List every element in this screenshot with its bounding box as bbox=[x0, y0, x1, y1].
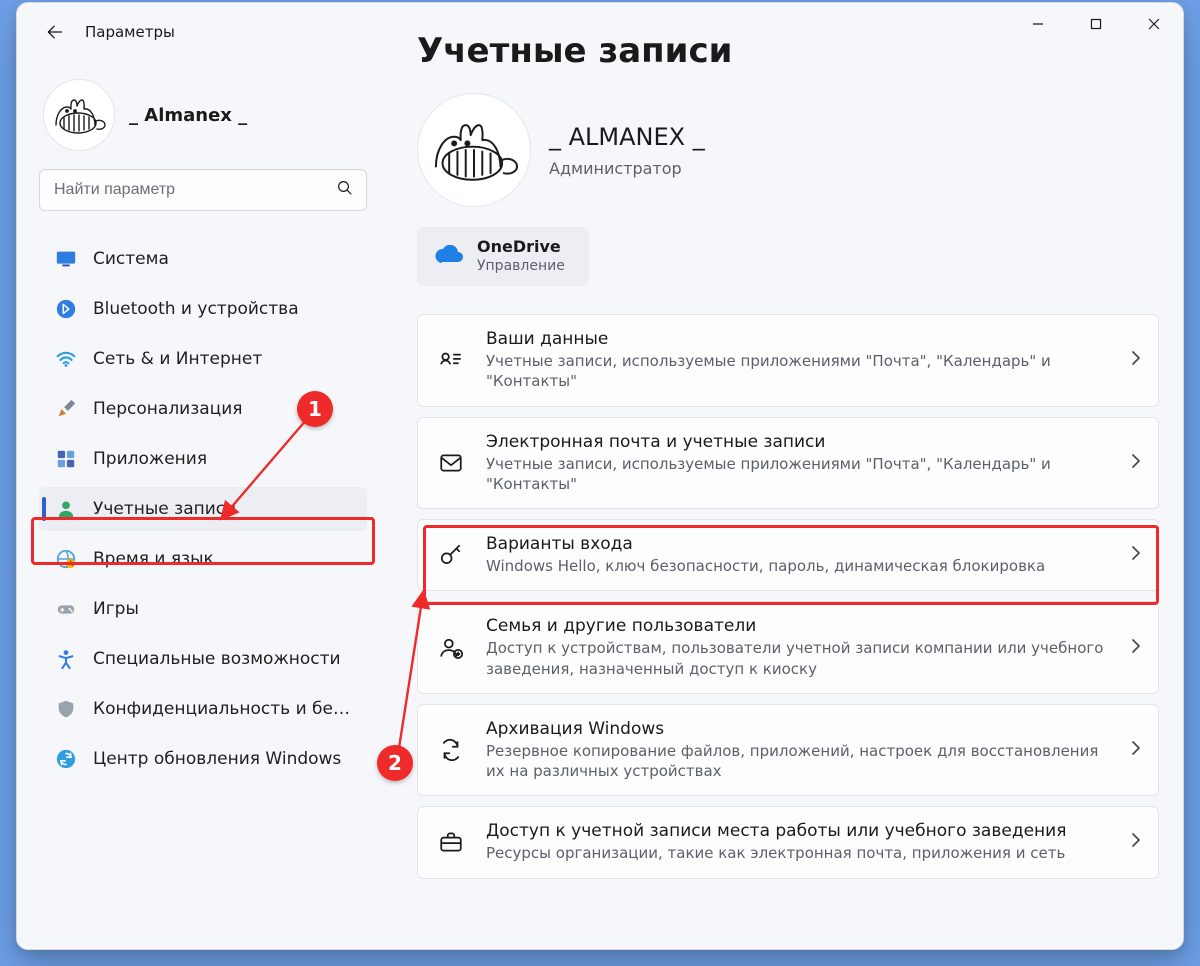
nav-item-bluetooth[interactable]: Bluetooth и устройства bbox=[39, 287, 367, 331]
content: Учетные записи _ ALMANEX _ Администратор bbox=[417, 31, 1159, 949]
nav-item-system[interactable]: Система bbox=[39, 237, 367, 281]
nav-item-apps[interactable]: Приложения bbox=[39, 437, 367, 481]
card-sub: Ресурсы организации, такие как электронн… bbox=[486, 843, 1066, 863]
avatar bbox=[417, 93, 531, 207]
nav-label: Сеть & и Интернет bbox=[93, 349, 262, 369]
card-signin-options[interactable]: Варианты входа Windows Hello, ключ безоп… bbox=[417, 519, 1159, 591]
people-add-icon bbox=[438, 635, 464, 661]
nav-label: Персонализация bbox=[93, 399, 243, 419]
card-email-accounts[interactable]: Электронная почта и учетные записи Учетн… bbox=[417, 417, 1159, 510]
search-input[interactable] bbox=[52, 180, 336, 200]
card-your-info[interactable]: Ваши данные Учетные записи, используемые… bbox=[417, 314, 1159, 407]
maximize-icon bbox=[1090, 18, 1102, 30]
nav-item-gaming[interactable]: Игры bbox=[39, 587, 367, 631]
chevron-right-icon bbox=[1130, 832, 1142, 852]
onedrive-card[interactable]: OneDrive Управление bbox=[417, 227, 589, 286]
nav-item-accessibility[interactable]: Специальные возможности bbox=[39, 637, 367, 681]
annotation-badge-1: 1 bbox=[297, 391, 333, 427]
back-button[interactable] bbox=[41, 18, 69, 46]
nav-label: Время и язык bbox=[93, 549, 214, 569]
card-title: Архивация Windows bbox=[486, 719, 1112, 739]
nav-label: Bluetooth и устройства bbox=[93, 299, 299, 319]
nav-item-network[interactable]: Сеть & и Интернет bbox=[39, 337, 367, 381]
onedrive-title: OneDrive bbox=[477, 237, 565, 256]
nav-item-accounts[interactable]: Учетные записи bbox=[39, 487, 367, 531]
chevron-right-icon bbox=[1130, 453, 1142, 473]
briefcase-icon bbox=[438, 829, 464, 855]
card-sub: Учетные записи, используемые приложениям… bbox=[486, 454, 1112, 495]
avatar bbox=[43, 79, 115, 151]
card-sub: Учетные записи, используемые приложениям… bbox=[486, 351, 1112, 392]
header-profile-role: Администратор bbox=[549, 159, 705, 178]
nav-label: Игры bbox=[93, 599, 139, 619]
person-icon bbox=[55, 498, 77, 520]
sidebar-profile-name: _ Almanex _ bbox=[129, 105, 247, 126]
sidebar: _ Almanex _ Система Bluetooth и устройст… bbox=[17, 61, 387, 949]
chevron-right-icon bbox=[1130, 638, 1142, 658]
nav-label: Система bbox=[93, 249, 169, 269]
bluetooth-icon bbox=[55, 298, 77, 320]
header-profile-name: _ ALMANEX _ bbox=[549, 123, 705, 151]
wifi-icon bbox=[55, 348, 77, 370]
settings-card-list: Ваши данные Учетные записи, используемые… bbox=[417, 314, 1159, 879]
chevron-right-icon bbox=[1130, 350, 1142, 370]
nav-label: Конфиденциальность и безопасность bbox=[93, 699, 357, 719]
card-title: Варианты входа bbox=[486, 534, 1045, 554]
id-card-icon bbox=[438, 347, 464, 373]
nav-label: Приложения bbox=[93, 449, 207, 469]
card-sub: Windows Hello, ключ безопасности, пароль… bbox=[486, 556, 1045, 576]
monitor-icon bbox=[55, 248, 77, 270]
cat-avatar-icon bbox=[426, 113, 522, 187]
nav-item-update[interactable]: Центр обновления Windows bbox=[39, 737, 367, 781]
arrow-left-icon bbox=[45, 22, 65, 42]
card-title: Ваши данные bbox=[486, 329, 1112, 349]
search-icon bbox=[336, 179, 354, 201]
nav-item-privacy[interactable]: Конфиденциальность и безопасность bbox=[39, 687, 367, 731]
clock-globe-icon bbox=[55, 548, 77, 570]
card-title: Доступ к учетной записи места работы или… bbox=[486, 821, 1066, 841]
onedrive-sub: Управление bbox=[477, 258, 565, 274]
cloud-icon bbox=[433, 245, 461, 267]
update-icon bbox=[55, 748, 77, 770]
search-box[interactable] bbox=[39, 169, 367, 211]
card-title: Семья и другие пользователи bbox=[486, 616, 1112, 636]
nav-list: Система Bluetooth и устройства Сеть & и … bbox=[39, 237, 367, 781]
accessibility-icon bbox=[55, 648, 77, 670]
chevron-right-icon bbox=[1130, 740, 1142, 760]
apps-icon bbox=[55, 448, 77, 470]
header-profile: _ ALMANEX _ Администратор bbox=[417, 93, 1159, 207]
shield-icon bbox=[55, 698, 77, 720]
nav-label: Центр обновления Windows bbox=[93, 749, 341, 769]
annotation-badge-2: 2 bbox=[377, 745, 413, 781]
gamepad-icon bbox=[55, 598, 77, 620]
backup-icon bbox=[438, 737, 464, 763]
sidebar-profile[interactable]: _ Almanex _ bbox=[43, 79, 367, 151]
card-work-school[interactable]: Доступ к учетной записи места работы или… bbox=[417, 806, 1159, 878]
mail-icon bbox=[438, 450, 464, 476]
paintbrush-icon bbox=[55, 398, 77, 420]
card-family-users[interactable]: Семья и другие пользователи Доступ к уст… bbox=[417, 601, 1159, 694]
card-windows-backup[interactable]: Архивация Windows Резервное копирование … bbox=[417, 704, 1159, 797]
cat-avatar-icon bbox=[50, 93, 108, 137]
nav-item-time[interactable]: Время и язык bbox=[39, 537, 367, 581]
nav-label: Учетные записи bbox=[93, 499, 236, 519]
card-sub: Доступ к устройствам, пользователи учетн… bbox=[486, 638, 1112, 679]
card-title: Электронная почта и учетные записи bbox=[486, 432, 1112, 452]
title-label: Параметры bbox=[85, 23, 175, 41]
close-icon bbox=[1148, 18, 1160, 30]
key-icon bbox=[438, 542, 464, 568]
card-sub: Резервное копирование файлов, приложений… bbox=[486, 741, 1112, 782]
chevron-right-icon bbox=[1130, 545, 1142, 565]
nav-label: Специальные возможности bbox=[93, 649, 341, 669]
minimize-icon bbox=[1032, 18, 1044, 30]
page-title: Учетные записи bbox=[417, 31, 1159, 71]
